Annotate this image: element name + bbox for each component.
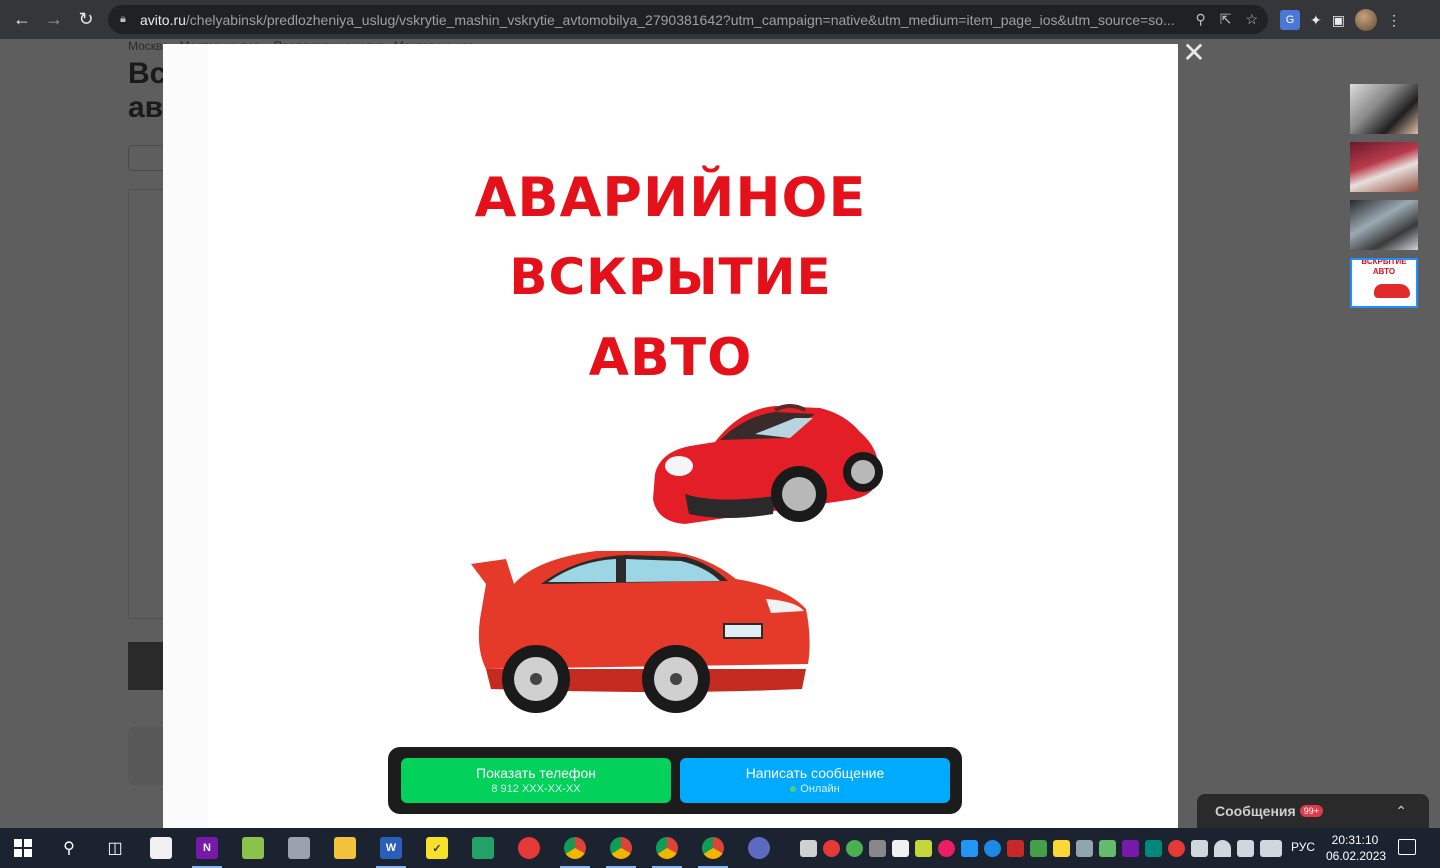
tray-skype-icon[interactable] <box>984 839 1001 857</box>
lock-icon[interactable]: 🔒︎ <box>120 13 132 26</box>
tray-app-icon-8[interactable] <box>1145 839 1162 857</box>
back-icon[interactable]: ← <box>6 4 38 36</box>
yandex-app-icon[interactable] <box>506 828 552 868</box>
thumbnail-4-selected[interactable]: ВСКРЫТИЕ АВТО <box>1350 258 1418 308</box>
tray-app-icon-3[interactable] <box>938 839 955 857</box>
zoom-icon[interactable]: ⚲ <box>1195 11 1205 28</box>
notification-center-icon[interactable] <box>1398 839 1416 855</box>
tray-window-icon[interactable] <box>1076 839 1093 857</box>
favorite-button <box>128 145 168 171</box>
battery-icon[interactable] <box>1191 839 1208 857</box>
tray-file-icon[interactable] <box>892 839 909 857</box>
keyboard-icon[interactable] <box>1260 839 1282 857</box>
windows-logo-icon <box>14 839 32 857</box>
clock-time: 20:31:10 <box>1331 833 1379 847</box>
notes-app-icon[interactable] <box>138 828 184 868</box>
spreadsheet-icon[interactable] <box>460 828 506 868</box>
show-phone-button[interactable]: Показать телефон 8 912 XXX-XX-XX <box>401 758 671 803</box>
gallery-thumbnail <box>128 642 168 690</box>
telegram-icon[interactable] <box>800 839 817 857</box>
page-title: Вс ав <box>128 57 167 124</box>
reload-icon[interactable]: ↻ <box>70 4 102 36</box>
tray-app-icon-7[interactable] <box>1099 839 1116 857</box>
menu-kebab-icon[interactable]: ⋮ <box>1387 12 1401 29</box>
thumbnail-car-icon <box>1374 284 1410 298</box>
tray-app-icon-4[interactable] <box>1007 839 1024 857</box>
messages-label: Сообщения <box>1215 803 1296 819</box>
word-icon[interactable]: W <box>368 828 414 868</box>
tray-shield-icon[interactable] <box>846 839 863 857</box>
tray-monitor-icon[interactable] <box>869 839 886 857</box>
messages-widget[interactable]: Сообщения 99+ ⌃ <box>1197 794 1429 828</box>
poster-line-3: АВТО <box>588 328 753 388</box>
contact-bar: Показать телефон 8 912 XXX-XX-XX Написат… <box>388 747 962 814</box>
sticky-notes-icon[interactable]: ✓ <box>414 828 460 868</box>
convertible-car-image <box>653 404 883 524</box>
sports-car-image <box>471 551 810 713</box>
phone-number-mask: 8 912 XXX-XX-XX <box>491 783 581 795</box>
file-explorer-icon[interactable] <box>322 828 368 868</box>
chevron-up-icon[interactable]: ⌃ <box>1395 803 1407 820</box>
tray-onenote-icon[interactable] <box>1122 839 1139 857</box>
windows-taskbar: ⚲ ◫ N W ✓ РУС 20:31:10 06.02.2023 <box>0 828 1440 868</box>
browser-toolbar: ← → ↻ 🔒︎ avito.ru/chelyabinsk/predlozhen… <box>0 0 1440 39</box>
extensions-puzzle-icon[interactable]: ✦ <box>1310 12 1322 29</box>
app-circle-icon[interactable] <box>736 828 782 868</box>
onenote-icon[interactable]: N <box>184 828 230 868</box>
chrome-icon-3[interactable] <box>644 828 690 868</box>
language-indicator[interactable]: РУС <box>1291 840 1315 854</box>
modal-edge <box>163 44 208 828</box>
url-path: /chelyabinsk/predlozheniya_uslug/vskryti… <box>185 11 1175 28</box>
url-host: avito.ru <box>140 11 186 28</box>
address-bar[interactable]: 🔒︎ avito.ru/chelyabinsk/predlozheniya_us… <box>108 5 1268 34</box>
tray-yandex-icon[interactable] <box>1168 839 1185 857</box>
thumbnail-text-2: АВТО <box>1372 267 1396 276</box>
clock[interactable]: 20:31:10 06.02.2023 <box>1326 832 1387 864</box>
online-dot-icon <box>790 786 797 793</box>
show-phone-label: Показать телефон <box>476 765 596 781</box>
task-view-icon[interactable]: ◫ <box>92 828 138 868</box>
share-icon[interactable]: ⇱ <box>1220 11 1232 28</box>
system-tray <box>800 828 1282 868</box>
utility-app-icon[interactable] <box>276 828 322 868</box>
thumbnail-1[interactable] <box>1350 84 1418 134</box>
poster-line-2: ВСКРЫТИЕ <box>509 248 832 306</box>
write-message-button[interactable]: Написать сообщение Онлайн <box>680 758 950 803</box>
tray-snip-icon[interactable] <box>961 839 978 857</box>
tray-app-icon-5[interactable] <box>1030 839 1047 857</box>
online-status: Онлайн <box>800 783 840 795</box>
clock-date: 06.02.2023 <box>1326 849 1387 863</box>
image-viewer-modal: АВАРИЙНОЕ ВСКРЫТИЕ АВТО <box>163 44 1178 828</box>
search-icon[interactable]: ⚲ <box>46 828 92 868</box>
tray-app-icon-2[interactable] <box>915 839 932 857</box>
write-message-label: Написать сообщение <box>745 765 885 781</box>
gallery-frame <box>128 189 168 619</box>
chrome-icon-1[interactable] <box>552 828 598 868</box>
chrome-icon-4[interactable] <box>690 828 736 868</box>
translate-extension-icon[interactable]: G <box>1280 10 1300 30</box>
seller-card <box>128 727 168 785</box>
close-icon[interactable]: ✕ <box>1182 39 1206 67</box>
star-icon[interactable]: ☆ <box>1245 11 1258 28</box>
wifi-icon[interactable] <box>1214 839 1231 857</box>
thumbnail-3[interactable] <box>1350 200 1418 250</box>
thumbnail-2[interactable] <box>1350 142 1418 192</box>
thumbnail-text-1: ВСКРЫТИЕ <box>1361 258 1407 266</box>
tray-app-icon-1[interactable] <box>823 839 840 857</box>
side-panel-icon[interactable]: ▣ <box>1332 12 1345 29</box>
url-text[interactable]: avito.ru/chelyabinsk/predlozheniya_uslug… <box>140 12 1180 28</box>
forward-icon[interactable]: → <box>38 4 70 36</box>
sheets-app-icon[interactable] <box>230 828 276 868</box>
messages-badge: 99+ <box>1299 805 1323 817</box>
start-button[interactable] <box>0 828 46 868</box>
thumbnail-strip: ВСКРЫТИЕ АВТО <box>1350 84 1418 316</box>
profile-avatar[interactable] <box>1354 9 1377 31</box>
poster-line-1: АВАРИЙНОЕ <box>474 166 867 229</box>
tray-app-icon-6[interactable] <box>1053 839 1070 857</box>
chrome-icon-2[interactable] <box>598 828 644 868</box>
volume-icon[interactable] <box>1237 839 1254 857</box>
